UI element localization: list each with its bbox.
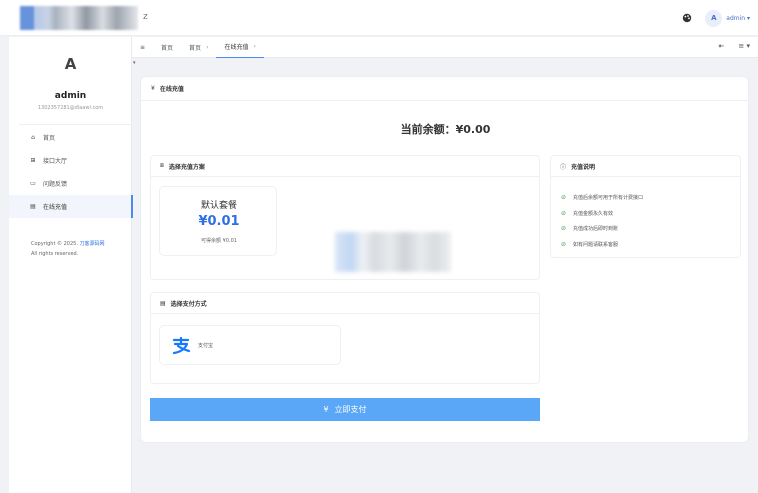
sidebar-item-api-hall[interactable]: ⊞ 接口大厅 [9, 149, 132, 172]
rights-text: All rights reserved. [31, 251, 79, 257]
card-title: 在线充值 [159, 86, 184, 93]
plan-available-balance: 可得余额 ¥0.01 [201, 238, 237, 244]
tab-home[interactable]: 首页 [153, 37, 181, 58]
plan-price: ¥0.01 [198, 214, 240, 229]
balance-label: 当前余额： [400, 123, 456, 136]
tab-close-icon[interactable]: › [206, 44, 208, 51]
check-circle-icon: ⊘ [561, 225, 567, 233]
sidebar-item-label: 问题反馈 [43, 181, 68, 188]
collapse-caret-icon[interactable]: ▾ [133, 60, 136, 66]
pay-button-label: 立即支付 [334, 405, 367, 414]
check-circle-icon: ⊘ [561, 194, 567, 202]
info-icon: ⓘ [560, 163, 567, 171]
tabs-bar: ≡ 首页 首页 › 在线充值 › ⇤ ≡ ▾ [132, 37, 758, 58]
plan-panel-title: 选择充值方案 [168, 163, 205, 171]
theme-palette-icon[interactable] [681, 12, 693, 24]
tab-home-2[interactable]: 首页 › [181, 37, 216, 58]
recharge-card: ¥ 在线充值 当前余额：¥0.00 ⧈ 选择充值方案 默认套餐 ¥0.01 可得… [140, 76, 749, 443]
tab-recharge[interactable]: 在线充值 › [216, 37, 264, 58]
tabs-dropdown-icon[interactable]: ≡ ▾ [738, 42, 750, 50]
sidebar-item-home[interactable]: ⌂ 首页 [9, 126, 132, 149]
card-icon: ▤ [30, 203, 36, 210]
package-icon: ⧈ [160, 162, 164, 169]
list-item: ⊘ 充值成功后即时到账 [561, 221, 740, 237]
tabs-actions: ⇤ ≡ ▾ [719, 42, 750, 50]
sidebar: A admin 1302357281@dlaawl.com ⌂ 首页 ⊞ 接口大… [9, 37, 133, 493]
sidebar-item-label: 首页 [43, 135, 56, 142]
payment-panel: ▤ 选择支付方式 支付宝 [150, 292, 540, 384]
payment-method-label: 支付宝 [198, 342, 214, 349]
copyright-link[interactable]: 刀客源码网 [80, 241, 105, 247]
sidebar-item-label: 接口大厅 [43, 158, 68, 165]
user-menu[interactable]: A admin ▾ [705, 9, 750, 27]
plan-option-default[interactable]: 默认套餐 ¥0.01 可得余额 ¥0.01 [159, 186, 277, 256]
check-circle-icon: ⊘ [561, 209, 567, 217]
copyright-text: Copyright © 2025. [31, 241, 80, 247]
list-item: ⊘ 如有问题请联系客服 [561, 237, 740, 253]
api-icon: ⊞ [30, 157, 36, 164]
tab-label: 首页 [189, 44, 202, 52]
tab-close-icon[interactable]: › [253, 43, 255, 50]
list-item: ⊘ 充值金额永久有效 [561, 206, 740, 222]
home-icon: ⌂ [31, 134, 35, 141]
plan-panel-header: ⧈ 选择充值方案 [151, 156, 539, 177]
notes-panel-header: ⓘ 充值说明 [551, 156, 740, 177]
note-text: 充值后余额可用于所有计费接口 [573, 195, 644, 202]
sidebar-username: admin [54, 91, 87, 101]
alipay-icon [170, 334, 192, 356]
user-name: admin ▾ [726, 14, 750, 22]
sidebar-item-feedback[interactable]: ▭ 问题反馈 [9, 172, 132, 195]
notes-panel: ⓘ 充值说明 ⊘ 充值后余额可用于所有计费接口 ⊘ 充值金额永久有效 ⊘ 充值成功后即… [550, 155, 741, 258]
plan-name: 默认套餐 [200, 201, 237, 211]
payment-panel-header: ▤ 选择支付方式 [151, 293, 539, 314]
wallet-icon: ▤ [160, 299, 166, 307]
balance-value: ¥0.00 [455, 123, 491, 136]
avatar: A [705, 9, 723, 27]
note-text: 充值金额永久有效 [573, 210, 614, 217]
sidebar-avatar: A [64, 55, 77, 73]
payment-panel-title: 选择支付方式 [170, 300, 207, 308]
sidebar-item-recharge[interactable]: ▤ 在线充值 [9, 195, 133, 218]
card-header: ¥ 在线充值 [141, 77, 748, 101]
sidebar-item-label: 在线充值 [43, 204, 68, 211]
note-text: 如有问题请联系客服 [573, 241, 619, 248]
copyright: Copyright © 2025. 刀客源码网 All rights reser… [31, 239, 105, 259]
logo-text-tail: z [143, 12, 148, 22]
sidebar-divider [19, 124, 132, 125]
blurred-watermark-image [335, 232, 451, 272]
feedback-icon: ▭ [30, 180, 36, 187]
plan-panel: ⧈ 选择充值方案 默认套餐 ¥0.01 可得余额 ¥0.01 [150, 155, 540, 280]
check-circle-icon: ⊘ [561, 240, 567, 248]
yen-icon: ¥ [151, 85, 155, 92]
note-text: 充值成功后即时到账 [573, 226, 619, 233]
tab-label: 首页 [161, 44, 174, 52]
yen-icon: ¥ [323, 405, 329, 414]
list-item: ⊘ 充值后余额可用于所有计费接口 [561, 190, 740, 206]
top-header: z A admin ▾ [0, 0, 758, 36]
payment-option-alipay[interactable]: 支付宝 [159, 325, 341, 365]
notes-panel-title: 充值说明 [571, 163, 596, 171]
tabs-menu-icon[interactable]: ≡ [132, 37, 153, 58]
header-actions: A admin ▾ [681, 8, 750, 28]
pay-now-button[interactable]: ¥ 立即支付 [150, 398, 540, 421]
tab-label: 在线充值 [224, 44, 249, 51]
current-balance: 当前余额：¥0.00 [141, 121, 750, 137]
tabs-close-others-icon[interactable]: ⇤ [719, 42, 725, 50]
site-logo[interactable] [20, 6, 138, 30]
notes-list: ⊘ 充值后余额可用于所有计费接口 ⊘ 充值金额永久有效 ⊘ 充值成功后即时到账 ⊘ 如有… [551, 177, 740, 252]
sidebar-email: 1302357281@dlaawl.com [37, 105, 104, 111]
sidebar-menu: ⌂ 首页 ⊞ 接口大厅 ▭ 问题反馈 ▤ 在线充值 [9, 126, 133, 218]
